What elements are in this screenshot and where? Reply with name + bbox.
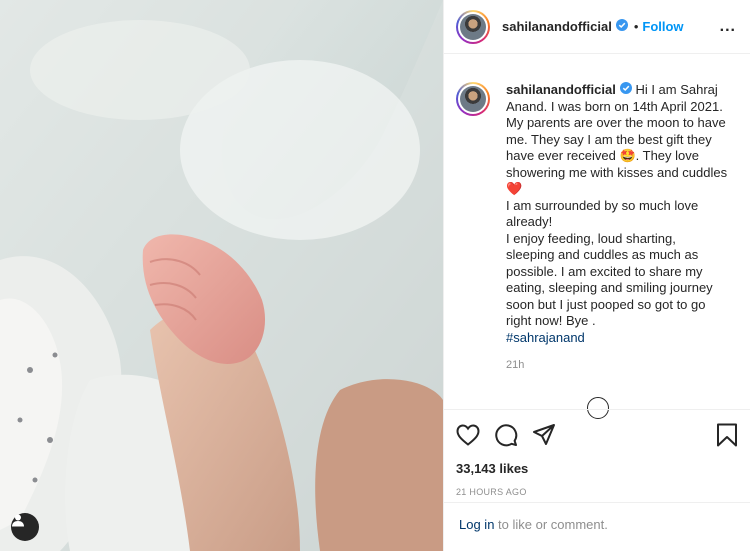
caption-body: Hi I am Sahraj Anand. I was born on 14th…: [506, 82, 728, 329]
post-header: sahilanandofficial • Follow ...: [444, 0, 750, 54]
user-tag-icon[interactable]: [11, 513, 39, 541]
verified-icon: [615, 18, 628, 36]
post-actions: 33,143 likes 21 HOURS AGO Log in to like…: [444, 409, 750, 551]
post-photo[interactable]: [0, 0, 443, 551]
post-side-panel: sahilanandofficial • Follow ... sahilana…: [443, 0, 750, 551]
login-prompt-text: to like or comment.: [494, 517, 608, 532]
post-timestamp[interactable]: 21 HOURS AGO: [456, 487, 738, 497]
caption-username[interactable]: sahilanandofficial: [506, 82, 616, 97]
caption-time: 21h: [506, 359, 525, 372]
comment-icon[interactable]: [494, 423, 518, 447]
share-icon[interactable]: [532, 423, 556, 447]
baby-hand-photo: [0, 0, 443, 551]
likes-count[interactable]: 33,143 likes: [456, 461, 738, 476]
follow-button[interactable]: Follow: [642, 19, 683, 34]
heart-icon[interactable]: [456, 424, 480, 446]
verified-icon: [619, 82, 632, 99]
login-link[interactable]: Log in: [459, 517, 494, 532]
avatar[interactable]: [456, 9, 490, 44]
username-link[interactable]: sahilanandofficial: [502, 19, 612, 34]
caption-text: sahilanandofficial Hi I am Sahraj Anand.…: [506, 82, 738, 346]
bookmark-icon[interactable]: [716, 423, 738, 447]
caption-area: sahilanandofficial Hi I am Sahraj Anand.…: [456, 82, 738, 407]
caption-avatar[interactable]: [456, 82, 490, 116]
hashtag-link[interactable]: #sahrajanand: [506, 330, 738, 347]
more-options-button[interactable]: ...: [720, 18, 736, 36]
login-prompt: Log in to like or comment.: [444, 502, 750, 546]
separator-dot: •: [633, 19, 639, 34]
